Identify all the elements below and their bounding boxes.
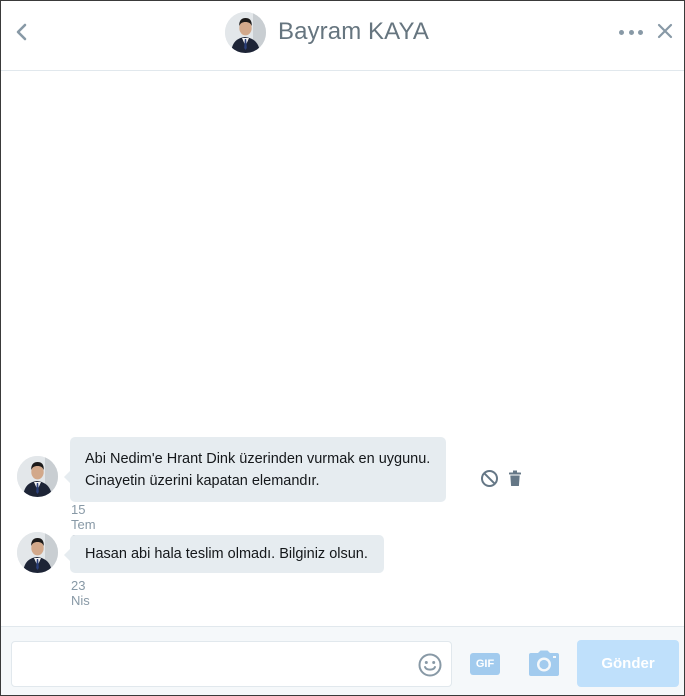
message-input-box[interactable] xyxy=(11,641,452,687)
message-text-line: Hasan abi hala teslim olmadı. Bilginiz o… xyxy=(85,546,368,562)
close-icon xyxy=(657,23,673,39)
emoji-icon xyxy=(418,653,442,677)
message-composer: GIF Gönder xyxy=(1,626,684,695)
delete-button[interactable] xyxy=(505,468,525,488)
chevron-left-icon xyxy=(16,23,27,41)
send-button[interactable]: Gönder xyxy=(577,640,679,687)
message-timestamp: 23 Nis xyxy=(71,578,90,608)
conversation-header: Bayram KAYA xyxy=(1,1,684,71)
report-icon xyxy=(480,469,498,487)
conversation-participant[interactable]: Bayram KAYA xyxy=(225,11,429,53)
trash-icon xyxy=(509,470,521,486)
more-options-button[interactable] xyxy=(619,23,643,41)
dm-conversation-window: Bayram KAYA Abi Nedim'e Hrant Dink üzeri… xyxy=(0,0,685,696)
avatar[interactable] xyxy=(225,11,266,53)
more-dot xyxy=(628,29,634,35)
message-bubble[interactable]: Abi Nedim'e Hrant Dink üzerinden vurmak … xyxy=(63,437,447,502)
message-list[interactable]: Abi Nedim'e Hrant Dink üzerinden vurmak … xyxy=(1,72,684,626)
message-input[interactable] xyxy=(20,650,410,680)
gif-label: GIF xyxy=(475,658,495,670)
report-button[interactable] xyxy=(479,468,499,488)
participant-name[interactable]: Bayram KAYA xyxy=(278,18,429,46)
more-dots-icon xyxy=(619,29,624,35)
camera-button[interactable] xyxy=(528,650,560,677)
avatar[interactable] xyxy=(17,456,58,497)
emoji-button[interactable] xyxy=(417,652,443,678)
message-actions xyxy=(479,468,525,488)
gif-button[interactable]: GIF xyxy=(470,653,500,675)
more-dot xyxy=(638,29,643,35)
close-button[interactable] xyxy=(655,21,675,41)
back-button[interactable] xyxy=(11,19,33,45)
message-text-line: Cinayetin üzerini kapatan elemandır. xyxy=(85,473,320,489)
avatar[interactable] xyxy=(17,532,58,573)
message-text-line: Abi Nedim'e Hrant Dink üzerinden vurmak … xyxy=(85,451,431,467)
message-bubble[interactable]: Hasan abi hala teslim olmadı. Bilginiz o… xyxy=(64,535,384,573)
camera-icon xyxy=(529,650,559,676)
